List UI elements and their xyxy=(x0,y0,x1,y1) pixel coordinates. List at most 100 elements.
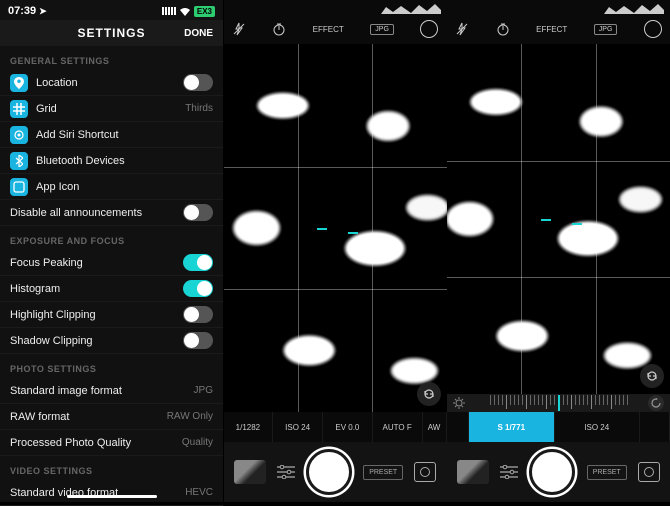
cycle-icon[interactable] xyxy=(417,382,441,406)
shutter-button[interactable] xyxy=(306,449,352,495)
toggle[interactable] xyxy=(183,332,213,349)
mode-circle-icon[interactable] xyxy=(420,20,438,38)
setting-shadow-clipping[interactable]: Shadow Clipping xyxy=(0,328,223,354)
preset-button[interactable]: PRESET xyxy=(363,465,403,480)
exposure-info-bar: S 1/771 ISO 24 xyxy=(447,412,670,442)
flash-off-icon[interactable] xyxy=(455,22,469,36)
histogram-icon xyxy=(604,4,664,14)
flash-off-icon[interactable] xyxy=(232,22,246,36)
grid-line xyxy=(298,44,299,412)
shutter-value[interactable]: 1/1282 xyxy=(224,412,274,442)
camera-bottom-bar: PRESET xyxy=(224,442,447,502)
setting-value: RAW Only xyxy=(167,411,213,422)
camera-bottom-bar: PRESET xyxy=(447,442,670,502)
setting-disable-announcements[interactable]: Disable all announcements xyxy=(0,200,223,226)
focus-peak-mark xyxy=(317,228,327,230)
wifi-icon xyxy=(179,7,191,16)
sliders-icon[interactable] xyxy=(277,465,295,479)
nav-bar: SETTINGS DONE xyxy=(0,20,223,46)
grid-icon xyxy=(10,100,28,118)
focus-peak-mark xyxy=(348,232,358,234)
status-bar xyxy=(224,0,447,14)
effect-button[interactable]: EFFECT xyxy=(313,25,344,34)
setting-label: Standard image format xyxy=(10,385,194,397)
setting-label: Histogram xyxy=(10,283,183,295)
spacer xyxy=(447,412,469,442)
toggle[interactable] xyxy=(183,254,213,271)
battery-icon: EX3 xyxy=(194,6,215,17)
gallery-thumbnail[interactable] xyxy=(457,460,489,484)
setting-label: Location xyxy=(36,77,183,89)
grid-line xyxy=(447,277,670,278)
setting-value: JPG xyxy=(194,385,213,396)
reset-icon[interactable] xyxy=(648,395,664,411)
format-badge[interactable]: JPG xyxy=(370,24,394,35)
setting-processed[interactable]: Processed Photo Quality Quality xyxy=(0,430,223,456)
setting-grid[interactable]: Grid Thirds xyxy=(0,96,223,122)
camera-switch-icon[interactable] xyxy=(414,462,436,482)
gallery-thumbnail[interactable] xyxy=(234,460,266,484)
status-bar: 07:39 ➤ EX3 xyxy=(0,0,223,20)
siri-icon xyxy=(10,126,28,144)
signal-icon xyxy=(162,7,176,15)
ev-value[interactable]: EV 0.0 xyxy=(323,412,373,442)
toggle[interactable] xyxy=(183,74,213,91)
grid-line xyxy=(596,44,597,394)
setting-label: Highlight Clipping xyxy=(10,309,183,321)
effect-button[interactable]: EFFECT xyxy=(536,25,567,34)
grid-line xyxy=(224,167,447,168)
setting-label: Processed Photo Quality xyxy=(10,437,182,449)
setting-focus-peaking[interactable]: Focus Peaking xyxy=(0,250,223,276)
setting-value: Quality xyxy=(182,437,213,448)
status-bar xyxy=(447,0,670,14)
cycle-icon[interactable] xyxy=(640,364,664,388)
setting-bluetooth[interactable]: Bluetooth Devices xyxy=(0,148,223,174)
exposure-info-bar: 1/1282 ISO 24 EV 0.0 AUTO F AW xyxy=(224,412,447,442)
home-indicator[interactable] xyxy=(67,495,157,498)
focus-value[interactable]: AUTO F xyxy=(373,412,423,442)
viewfinder[interactable] xyxy=(447,44,670,394)
value-ruler[interactable] xyxy=(447,394,670,412)
sliders-icon[interactable] xyxy=(500,465,518,479)
shutter-button[interactable] xyxy=(529,449,575,495)
viewfinder-image xyxy=(224,44,447,412)
camera-switch-icon[interactable] xyxy=(638,462,660,482)
done-button[interactable]: DONE xyxy=(184,28,213,39)
wb-value[interactable]: AW xyxy=(423,412,447,442)
setting-raw[interactable]: RAW format RAW Only xyxy=(0,404,223,430)
mode-circle-icon[interactable] xyxy=(644,20,662,38)
setting-label: RAW format xyxy=(10,411,167,423)
toggle[interactable] xyxy=(183,204,213,221)
setting-histogram[interactable]: Histogram xyxy=(0,276,223,302)
iso-value[interactable]: ISO 24 xyxy=(273,412,323,442)
preset-button[interactable]: PRESET xyxy=(587,465,627,480)
setting-std-video[interactable]: Standard video format HEVC xyxy=(0,480,223,506)
toggle[interactable] xyxy=(183,306,213,323)
setting-label: Add Siri Shortcut xyxy=(36,129,213,141)
ev-trailing[interactable] xyxy=(640,412,670,442)
setting-siri[interactable]: Add Siri Shortcut xyxy=(0,122,223,148)
toggle[interactable] xyxy=(183,280,213,297)
setting-value: Thirds xyxy=(185,103,213,114)
histogram-icon xyxy=(381,4,441,14)
iso-value[interactable]: ISO 24 xyxy=(555,412,641,442)
settings-screen: 07:39 ➤ EX3 SETTINGS DONE GENERAL SETTIN… xyxy=(0,0,223,502)
timer-icon[interactable] xyxy=(496,22,510,36)
section-header-photo: PHOTO SETTINGS xyxy=(0,354,223,378)
camera-top-toolbar: EFFECT JPG xyxy=(447,14,670,44)
section-header-exposure: EXPOSURE AND FOCUS xyxy=(0,226,223,250)
camera-screen-auto: EFFECT JPG 1/1282 ISO 24 EV 0.0 AUTO F A… xyxy=(224,0,447,502)
setting-highlight-clipping[interactable]: Highlight Clipping xyxy=(0,302,223,328)
format-badge[interactable]: JPG xyxy=(594,24,618,35)
timer-icon[interactable] xyxy=(272,22,286,36)
gear-icon[interactable] xyxy=(453,397,465,409)
page-title: SETTINGS xyxy=(77,26,145,40)
grid-line xyxy=(372,44,373,412)
grid-line xyxy=(447,161,670,162)
setting-location[interactable]: Location xyxy=(0,70,223,96)
viewfinder[interactable] xyxy=(224,44,447,412)
focus-peak-mark xyxy=(572,223,582,225)
shutter-value[interactable]: S 1/771 xyxy=(469,412,555,442)
setting-std-image[interactable]: Standard image format JPG xyxy=(0,378,223,404)
setting-appicon[interactable]: App Icon xyxy=(0,174,223,200)
